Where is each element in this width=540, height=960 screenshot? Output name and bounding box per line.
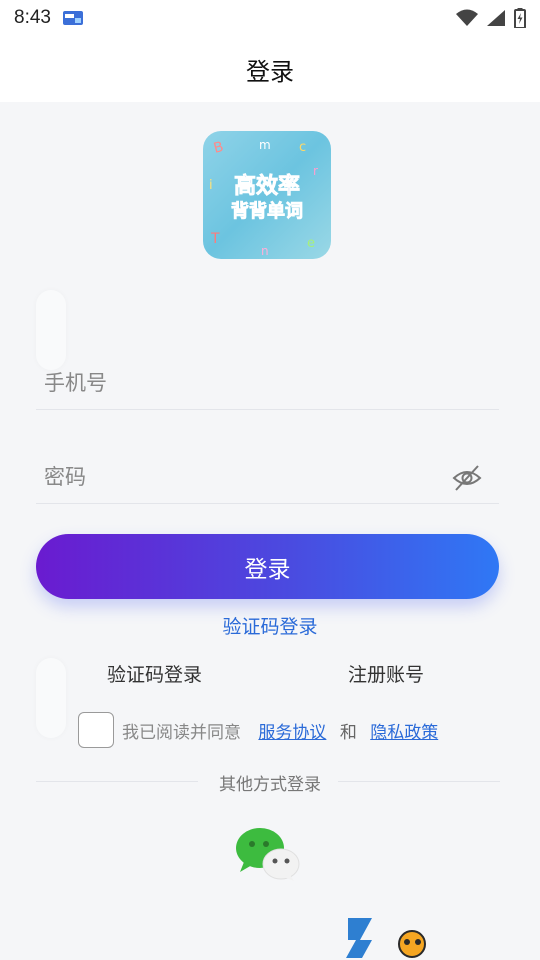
svg-text:i: i	[209, 178, 213, 193]
wifi-icon	[456, 9, 478, 26]
agreement-checkbox[interactable]	[78, 712, 114, 748]
signal-icon	[487, 10, 505, 26]
svg-text:n: n	[261, 244, 269, 258]
register-button[interactable]: 注册账号	[348, 660, 424, 687]
header: 登录	[0, 36, 540, 102]
app-logo-art: B c r i T e m n 高效率 背背单词	[209, 138, 318, 258]
mail-badge-icon	[62, 11, 83, 25]
sms-login-link[interactable]: 验证码登录	[0, 612, 540, 639]
svg-text:m: m	[259, 138, 271, 152]
app-logo: B c r i T e m n 高效率 背背单词	[203, 131, 331, 259]
phone-input[interactable]	[44, 371, 444, 395]
logo-line2: 背背单词	[231, 200, 303, 222]
status-bar: 8:43	[0, 0, 540, 36]
sms-login-button[interactable]: 验证码登录	[107, 660, 202, 687]
wechat-icon[interactable]	[234, 826, 302, 882]
watermark-logo-icon	[346, 918, 426, 958]
status-time: 8:43	[14, 7, 51, 28]
agreement-prefix: 我已阅读并同意	[122, 723, 241, 743]
svg-text:T: T	[210, 231, 220, 247]
privacy-policy-link[interactable]: 隐私政策	[370, 723, 438, 743]
eye-off-icon[interactable]	[451, 463, 483, 493]
login-button[interactable]: 登录	[36, 534, 499, 599]
agreement-text: 我已阅读并同意 服务协议 和 隐私政策	[122, 718, 438, 743]
page-title: 登录	[246, 57, 294, 86]
service-agreement-link[interactable]: 服务协议	[258, 723, 326, 743]
logo-line1: 高效率	[234, 173, 300, 199]
side-decoration	[36, 658, 66, 738]
other-login-label: 其他方式登录	[219, 775, 321, 795]
battery-charging-icon	[514, 8, 526, 28]
svg-text:c: c	[299, 140, 306, 155]
agreement-and: 和	[339, 723, 357, 743]
password-input[interactable]	[44, 465, 444, 489]
svg-text:r: r	[313, 164, 318, 178]
svg-text:e: e	[307, 236, 315, 251]
phone-field	[36, 350, 499, 410]
status-icons	[456, 8, 526, 28]
password-field	[36, 444, 499, 504]
svg-text:B: B	[212, 139, 225, 157]
